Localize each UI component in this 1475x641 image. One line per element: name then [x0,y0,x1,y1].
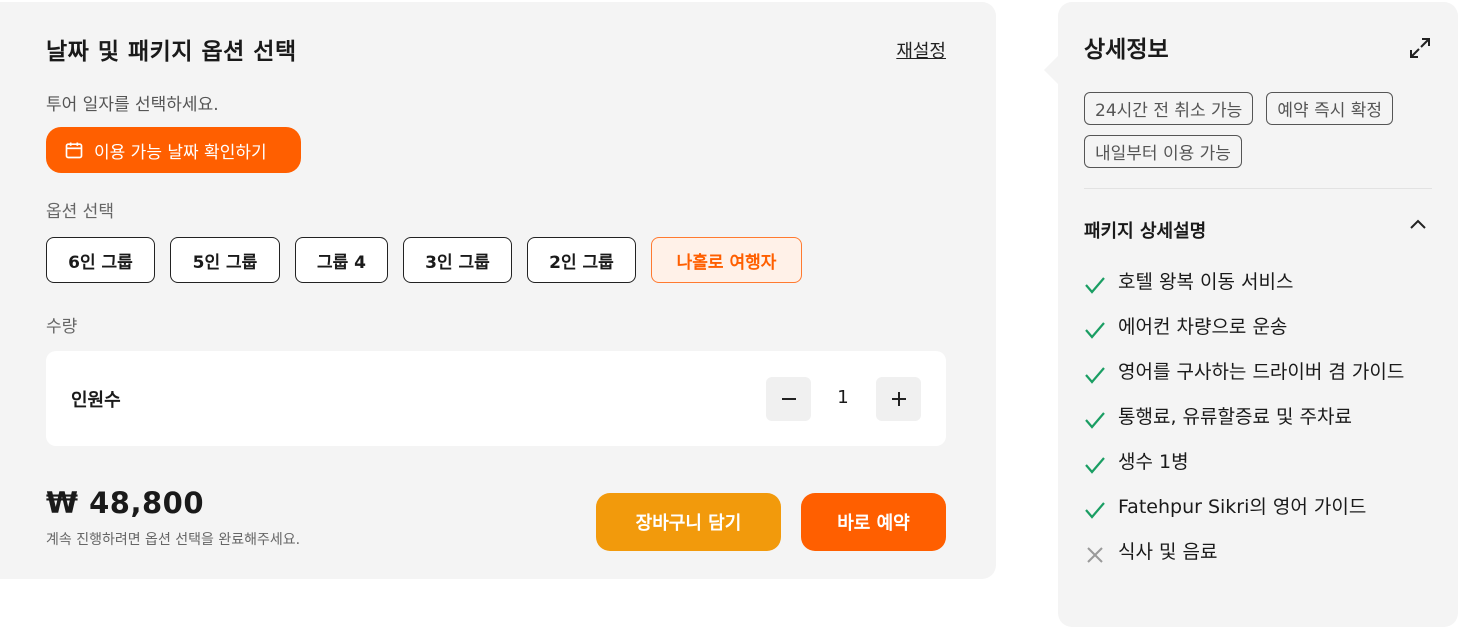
details-panel: 상세정보 24시간 전 취소 가능 예약 즉시 확정 내일부터 이용 가능 패키… [1044,2,1458,627]
book-now-button[interactable]: 바로 예약 [801,493,946,551]
option-list: 6인 그룹 5인 그룹 그룹 4 3인 그룹 2인 그룹 나홀로 여행자 [46,237,817,283]
booking-panel: 날짜 및 패키지 옵션 선택 재설정 투어 일자를 선택하세요. 이용 가능 날… [0,2,996,579]
option-group-4[interactable]: 그룹 4 [295,237,388,283]
check-dates-button[interactable]: 이용 가능 날짜 확인하기 [46,127,301,173]
add-to-cart-button[interactable]: 장바구니 담기 [596,493,781,551]
inclusion-text: 에어컨 차량으로 운송 [1118,316,1288,338]
quantity-value: 1 [837,387,849,408]
tag-instant-confirmation: 예약 즉시 확정 [1266,92,1394,125]
calendar-icon [65,142,83,159]
list-item: Fatehpur Sikri의 영어 가이드 [1084,493,1434,522]
list-item: 통행료, 유류할증료 및 주차료 [1084,403,1434,432]
option-5-person-group[interactable]: 5인 그룹 [170,237,280,283]
chevron-up-icon[interactable] [1408,214,1428,234]
plus-icon [891,392,906,406]
option-6-person-group[interactable]: 6인 그룹 [46,237,155,283]
inclusion-text: 통행료, 유류할증료 및 주차료 [1118,406,1352,428]
list-item: 호텔 왕복 이동 서비스 [1084,268,1434,297]
cross-icon [1087,547,1103,563]
check-dates-label: 이용 가능 날짜 확인하기 [94,142,267,163]
check-icon [1085,277,1105,294]
tag-free-cancellation: 24시간 전 취소 가능 [1084,92,1254,125]
option-3-person-group[interactable]: 3인 그룹 [403,237,512,283]
check-icon [1085,457,1105,474]
date-subtitle: 투어 일자를 선택하세요. [46,95,219,115]
check-icon [1085,367,1105,384]
inclusion-text: 호텔 왕복 이동 서비스 [1118,271,1294,293]
list-item: 영어를 구사하는 드라이버 겸 가이드 [1084,358,1434,387]
panel-pointer [1044,56,1058,84]
quantity-label: 수량 [46,317,78,337]
inclusion-text: 생수 1병 [1118,451,1189,473]
increment-button[interactable] [876,377,921,421]
feature-tags: 24시간 전 취소 가능 예약 즉시 확정 내일부터 이용 가능 [1084,92,1444,178]
completion-note: 계속 진행하려면 옵션 선택을 완료해주세요. [46,532,301,548]
inclusion-text: Fatehpur Sikri의 영어 가이드 [1118,496,1367,518]
reset-link[interactable]: 재설정 [896,37,946,63]
quantity-name: 인원수 [71,390,121,411]
details-title: 상세정보 [1084,37,1169,63]
decrement-button[interactable] [766,377,811,421]
check-icon [1085,322,1105,339]
tag-available-tomorrow: 내일부터 이용 가능 [1084,135,1242,168]
minus-icon [781,398,796,400]
inclusion-text: 영어를 구사하는 드라이버 겸 가이드 [1118,361,1405,383]
option-2-person-group[interactable]: 2인 그룹 [527,237,636,283]
check-icon [1085,502,1105,519]
check-icon [1085,412,1105,429]
exclusion-text: 식사 및 음료 [1118,541,1218,563]
inclusion-list: 호텔 왕복 이동 서비스 에어컨 차량으로 운송 영어를 구사하는 드라이버 겸… [1084,268,1434,583]
list-item: 식사 및 음료 [1084,538,1434,567]
options-label: 옵션 선택 [46,202,114,222]
list-item: 에어컨 차량으로 운송 [1084,313,1434,342]
booking-title: 날짜 및 패키지 옵션 선택 [46,39,297,65]
option-solo-traveler[interactable]: 나홀로 여행자 [651,237,802,283]
price: ₩ 48,800 [46,486,204,520]
divider [1084,188,1432,189]
expand-icon[interactable] [1408,36,1432,60]
list-item: 생수 1병 [1084,448,1434,477]
package-details-title: 패키지 상세설명 [1084,221,1207,242]
quantity-box: 인원수 1 [46,351,946,446]
